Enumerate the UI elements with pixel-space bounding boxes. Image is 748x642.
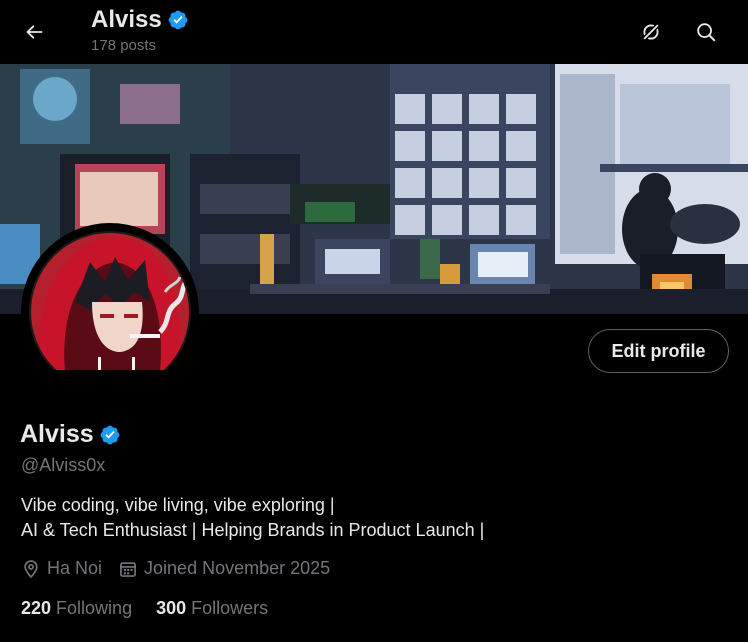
follow-stats: 220 Following 300 Followers <box>21 598 292 619</box>
location-pin-icon <box>24 559 38 578</box>
search-icon <box>697 23 716 42</box>
back-button[interactable] <box>14 12 54 52</box>
grok-icon <box>642 23 660 41</box>
following-label: Following <box>56 598 133 618</box>
joined-item: Joined November 2025 <box>118 558 330 579</box>
following-link[interactable]: 220 Following <box>21 598 132 619</box>
calendar-icon <box>120 561 136 577</box>
followers-count: 300 <box>156 598 187 618</box>
header-name: Alviss <box>91 6 162 33</box>
verified-badge-icon <box>168 10 188 30</box>
profile-header: Alviss 178 posts <box>0 0 748 64</box>
followers-link[interactable]: 300 Followers <box>156 598 268 619</box>
following-count: 220 <box>21 598 52 618</box>
location-item: Ha Noi <box>21 558 102 579</box>
grok-button[interactable] <box>631 12 671 52</box>
profile-bio: Vibe coding, vibe living, vibe exploring… <box>21 493 484 543</box>
followers-label: Followers <box>191 598 269 618</box>
bio-line: Vibe coding, vibe living, vibe exploring… <box>21 495 335 515</box>
joined-text: Joined November 2025 <box>144 558 331 578</box>
display-name: Alviss <box>20 420 94 448</box>
user-handle: @Alviss0x <box>21 455 106 475</box>
avatar-image <box>21 223 199 401</box>
arrow-left-icon <box>26 25 43 39</box>
location-text: Ha Noi <box>47 558 103 578</box>
avatar[interactable] <box>20 222 200 401</box>
posts-count: 178 posts <box>91 37 157 54</box>
display-name-row: Alviss <box>20 420 121 449</box>
profile-meta: Ha Noi Joined November 2025 <box>21 558 346 579</box>
header-title-group: Alviss 178 posts <box>91 6 189 54</box>
search-button[interactable] <box>686 12 726 52</box>
bio-line: AI & Tech Enthusiast | Helping Brands in… <box>21 520 485 540</box>
edit-profile-button[interactable]: Edit profile <box>588 329 729 373</box>
verified-badge-icon[interactable] <box>99 424 121 446</box>
